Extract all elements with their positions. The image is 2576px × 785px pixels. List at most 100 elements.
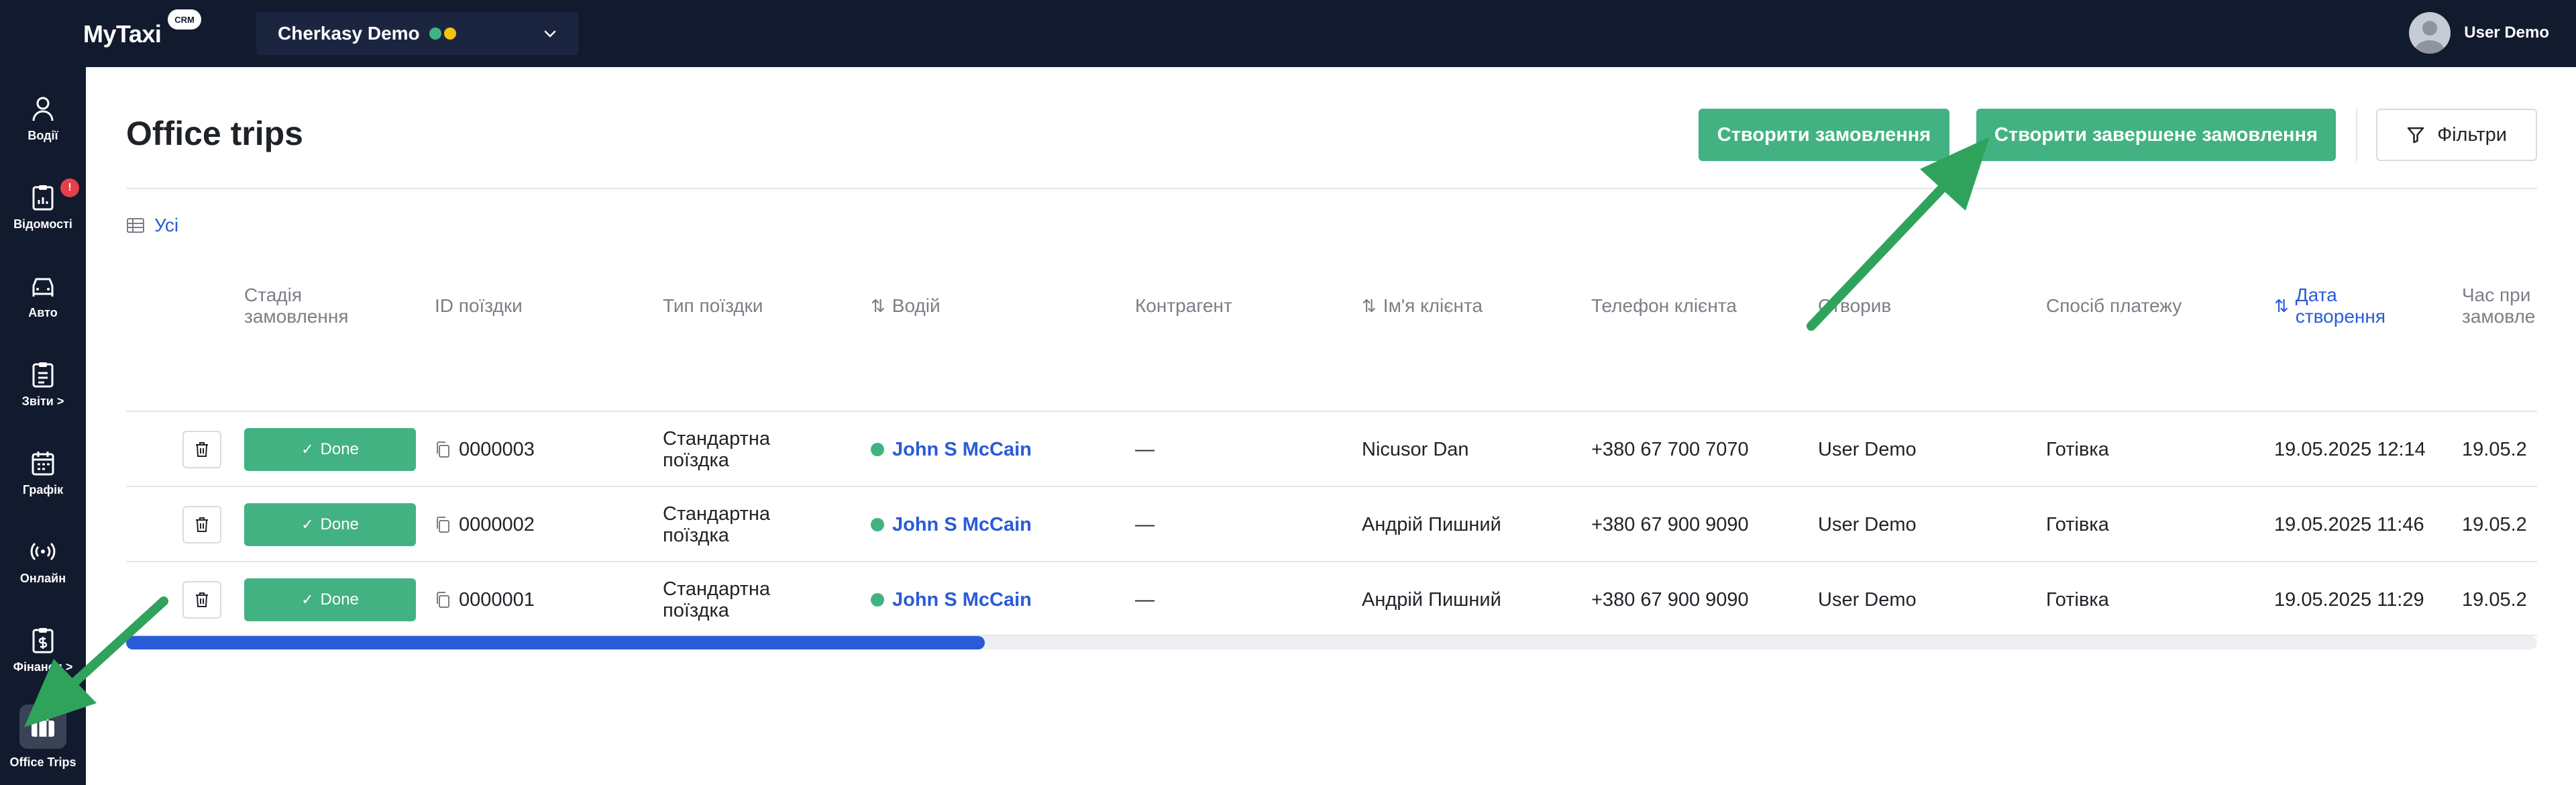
column-header-contractor[interactable]: Контрагент xyxy=(1135,268,1232,344)
sidebar-item-label: Авто xyxy=(28,306,58,319)
client-name-cell: Андрій Пишний xyxy=(1362,589,1501,611)
user-menu[interactable]: User Demo xyxy=(2409,12,2549,54)
check-icon: ✓ xyxy=(301,591,314,608)
sidebar-item-label: Office Trips xyxy=(9,755,76,769)
column-header-client-phone[interactable]: Телефон клієнта xyxy=(1591,268,1737,344)
driver-cell: John S McCain xyxy=(871,487,1032,562)
copy-icon[interactable] xyxy=(435,591,451,609)
copy-icon[interactable] xyxy=(435,516,451,533)
toolbar-divider xyxy=(2356,109,2357,161)
sidebar-item-office-trips[interactable]: Office Trips xyxy=(0,692,86,773)
sidebar-item-label: Звіти > xyxy=(21,395,64,408)
filter-icon xyxy=(2407,127,2424,144)
trash-icon xyxy=(196,592,208,607)
online-status-icon xyxy=(871,593,884,607)
sidebar-item-online[interactable]: Онлайн xyxy=(0,519,86,600)
trip-id-cell: 0000003 xyxy=(435,412,535,487)
sidebar-item-finance[interactable]: Фінанси > xyxy=(0,608,86,688)
check-icon: ✓ xyxy=(301,441,314,458)
view-tab-all[interactable]: Усі xyxy=(126,215,178,236)
sidebar-item-label: Фінанси > xyxy=(13,660,73,674)
sidebar-item-label: Водії xyxy=(28,129,58,142)
contractor-cell: — xyxy=(1135,514,1155,535)
sidebar: Водії Відомості ! Авто Звіти > Графік Он… xyxy=(0,67,86,785)
create-completed-order-button[interactable]: Створити завершене замовлення xyxy=(1976,109,2336,161)
column-header-payment[interactable]: Спосіб платежу xyxy=(2046,268,2182,344)
delete-button[interactable] xyxy=(182,581,221,619)
contractor-cell: — xyxy=(1135,439,1155,460)
trash-icon xyxy=(196,442,208,457)
column-header-order-time[interactable]: Час при замовле xyxy=(2462,268,2537,344)
client-phone-cell: +380 67 700 7070 xyxy=(1591,439,1749,460)
top-bar: MyTaxi CRM Cherkasy Demo User Demo xyxy=(0,0,2576,67)
created-date-cell: 19.05.2025 12:14 xyxy=(2274,439,2426,460)
sidebar-item-statements[interactable]: Відомості ! xyxy=(0,165,86,246)
sort-icon: ⇅ xyxy=(2274,296,2289,316)
trip-id-value: 0000003 xyxy=(459,439,535,460)
stage-label: Done xyxy=(320,440,359,458)
column-header-trip-type[interactable]: Тип поїздки xyxy=(663,268,763,344)
broadcast-icon xyxy=(30,542,56,561)
user-name: User Demo xyxy=(2464,23,2549,42)
column-header-created-by[interactable]: Створив xyxy=(1818,268,1891,344)
avatar xyxy=(2409,12,2451,54)
sidebar-item-label: Відомості xyxy=(13,217,72,231)
delete-button[interactable] xyxy=(182,431,221,468)
stage-done-button[interactable]: ✓ Done xyxy=(244,503,416,546)
briefcase-icon xyxy=(32,715,54,737)
finance-icon xyxy=(32,628,54,653)
trip-id-value: 0000001 xyxy=(459,589,535,611)
delete-button[interactable] xyxy=(182,506,221,543)
sidebar-item-label: Графік xyxy=(22,483,64,496)
trip-id-cell: 0000001 xyxy=(435,562,535,637)
chevron-down-icon xyxy=(544,30,556,38)
horizontal-scrollbar[interactable] xyxy=(126,636,2537,649)
create-order-button[interactable]: Створити замовлення xyxy=(1699,109,1949,161)
created-date-cell: 19.05.2025 11:29 xyxy=(2274,589,2424,611)
column-header-stage[interactable]: Стадія замовлення xyxy=(244,268,378,344)
sort-icon: ⇅ xyxy=(1362,296,1377,316)
check-icon: ✓ xyxy=(301,516,314,533)
table-row[interactable]: ✓ Done 0000003 Стандартна поїздка John S … xyxy=(126,411,2537,486)
column-header-label: Дата створення xyxy=(2295,284,2385,327)
column-header-client-name[interactable]: ⇅ Ім'я клієнта xyxy=(1362,268,1483,344)
copy-icon[interactable] xyxy=(435,441,451,458)
sidebar-item-cars[interactable]: Авто xyxy=(0,254,86,334)
stage-done-button[interactable]: ✓ Done xyxy=(244,578,416,621)
sidebar-item-reports[interactable]: Звіти > xyxy=(0,342,86,423)
driver-cell: John S McCain xyxy=(871,412,1032,487)
driver-link[interactable]: John S McCain xyxy=(892,439,1032,460)
table-row[interactable]: ✓ Done 0000002 Стандартна поїздка John S … xyxy=(126,486,2537,561)
sidebar-item-drivers[interactable]: Водії xyxy=(0,76,86,157)
company-status-dots xyxy=(429,28,456,40)
payment-cell: Готівка xyxy=(2046,514,2109,535)
driver-link[interactable]: John S McCain xyxy=(892,589,1032,611)
driver-cell: John S McCain xyxy=(871,562,1032,637)
filters-button[interactable]: Фільтри xyxy=(2376,109,2537,161)
trip-type-cell: Стандартна поїздка xyxy=(663,503,771,546)
stage-label: Done xyxy=(320,515,359,533)
order-time-cell: 19.05.2 xyxy=(2462,589,2527,611)
company-selector[interactable]: Cherkasy Demo xyxy=(256,12,578,55)
calendar-icon xyxy=(32,452,54,476)
created-date-cell: 19.05.2025 11:46 xyxy=(2274,514,2424,535)
client-name-cell: Nicusor Dan xyxy=(1362,439,1469,460)
column-header-created-date[interactable]: ⇅ Дата створення xyxy=(2274,268,2388,344)
page-title: Office trips xyxy=(126,115,303,152)
active-icon-background xyxy=(19,704,66,749)
driver-link[interactable]: John S McCain xyxy=(892,514,1032,535)
created-by-cell: User Demo xyxy=(1818,514,1917,535)
column-header-driver[interactable]: ⇅ Водій xyxy=(871,268,941,344)
header-divider xyxy=(126,188,2537,189)
app-logo[interactable]: MyTaxi xyxy=(83,20,162,48)
trip-type-cell: Стандартна поїздка xyxy=(663,428,771,471)
table-row[interactable]: ✓ Done 0000001 Стандартна поїздка John S … xyxy=(126,561,2537,636)
sidebar-item-schedule[interactable]: Графік xyxy=(0,431,86,511)
crm-badge: CRM xyxy=(168,9,201,30)
trip-id-value: 0000002 xyxy=(459,514,535,535)
column-header-trip-id[interactable]: ID поїздки xyxy=(435,268,523,344)
online-status-icon xyxy=(871,518,884,531)
stage-done-button[interactable]: ✓ Done xyxy=(244,428,416,471)
scrollbar-thumb[interactable] xyxy=(126,636,985,649)
stage-label: Done xyxy=(320,590,359,609)
